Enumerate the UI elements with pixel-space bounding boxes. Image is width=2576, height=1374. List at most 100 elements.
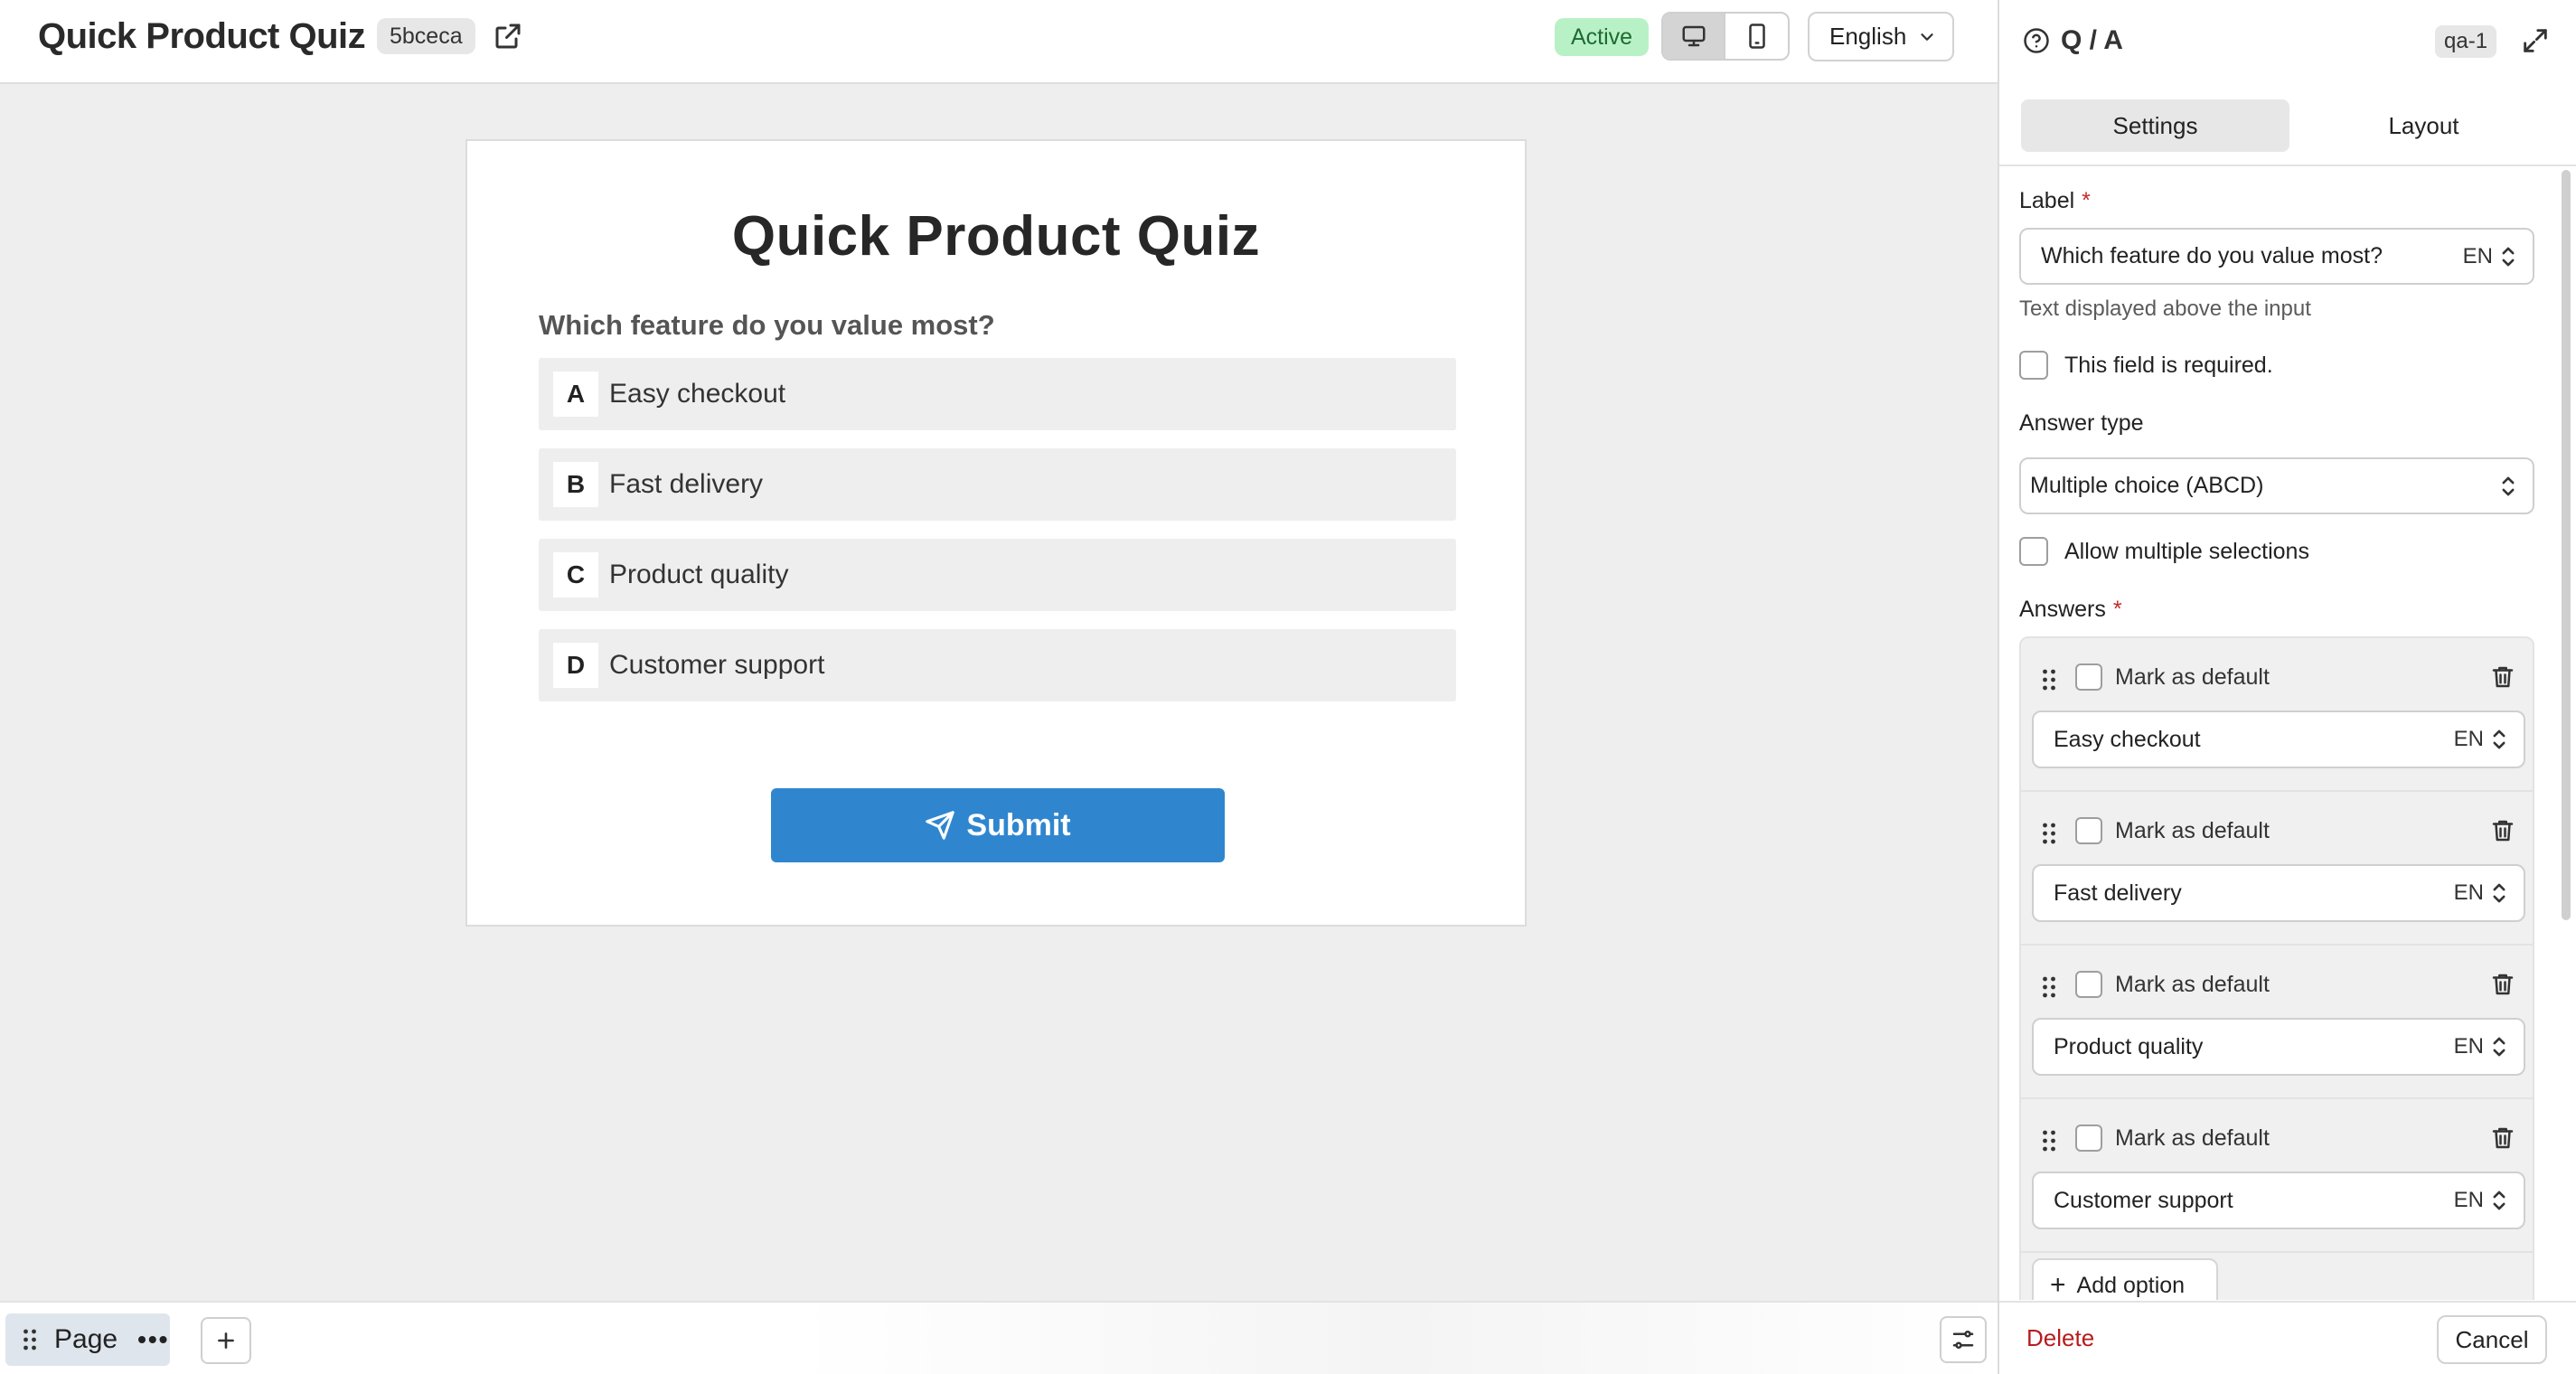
desktop-view-button[interactable] <box>1663 14 1726 59</box>
panel-header: Q / A qa-1 <box>1999 0 2576 84</box>
form-settings-button[interactable] <box>1940 1316 1987 1363</box>
label-lang-value: EN <box>2462 243 2493 268</box>
answer-lang-value: EN <box>2453 880 2484 905</box>
answer-letter: C <box>553 552 598 598</box>
answers-label-text: Answers <box>2019 597 2106 622</box>
chevron-up-down-icon <box>2493 1190 2505 1210</box>
question-label: Which feature do you value most? <box>539 309 995 341</box>
answer-lang-select[interactable]: EN <box>2454 712 2507 767</box>
answer-value: Fast delivery <box>2054 880 2182 906</box>
grip-vertical-icon[interactable] <box>2041 1128 2057 1153</box>
app-title: Quick Product Quiz <box>38 16 366 56</box>
page-more-menu-button[interactable]: ••• <box>137 1325 169 1354</box>
element-id-badge: qa-1 <box>2435 25 2497 58</box>
language-select[interactable]: English <box>1808 12 1954 61</box>
add-page-button[interactable] <box>201 1317 251 1364</box>
page-tab-label: Page <box>54 1324 118 1354</box>
grip-vertical-icon[interactable] <box>2041 667 2057 692</box>
mark-default-checkbox[interactable] <box>2075 817 2102 844</box>
label-input-value: Which feature do you value most? <box>2041 243 2383 268</box>
page-tab[interactable]: Page ••• <box>5 1313 170 1366</box>
answer-editor-item: Mark as default Fast delivery EN <box>2021 792 2533 946</box>
add-option-label: Add option <box>2076 1272 2186 1298</box>
answer-type-label: Answer type <box>2019 410 2144 436</box>
multiple-selections-checkbox[interactable] <box>2019 537 2048 566</box>
status-badge: Active <box>1555 18 1650 56</box>
submit-label: Submit <box>966 807 1071 842</box>
expand-icon[interactable] <box>2520 25 2551 61</box>
required-marker: * <box>2082 188 2091 213</box>
label-lang-select[interactable]: EN <box>2463 230 2516 283</box>
mark-default-label: Mark as default <box>2115 663 2270 690</box>
multiple-selections-label: Allow multiple selections <box>2064 538 2309 564</box>
external-link-icon[interactable] <box>492 20 524 52</box>
answer-value: Customer support <box>2054 1187 2233 1213</box>
form-preview-card[interactable]: Quick Product Quiz Which feature do you … <box>465 139 1527 927</box>
answer-lang-value: EN <box>2453 1188 2484 1212</box>
grip-vertical-icon[interactable] <box>2041 821 2057 846</box>
answer-type-select[interactable]: Multiple choice (ABCD) <box>2019 457 2534 514</box>
multiple-selections-row[interactable]: Allow multiple selections <box>2019 537 2309 566</box>
answer-option-b[interactable]: B Fast delivery <box>539 448 1456 521</box>
delete-button[interactable]: Delete <box>2026 1324 2094 1352</box>
submit-button[interactable]: Submit <box>771 788 1225 862</box>
answer-lang-select[interactable]: EN <box>2454 866 2507 920</box>
answer-option-c[interactable]: C Product quality <box>539 539 1456 611</box>
panel-title-text: Q / A <box>2061 25 2123 55</box>
panel-tabs: Settings Layout <box>2021 99 2558 152</box>
label-field-label: Label * <box>2019 188 2091 214</box>
device-toggle <box>1661 12 1790 61</box>
trash-icon[interactable] <box>2489 663 2516 691</box>
required-checkbox-row[interactable]: This field is required. <box>2019 351 2273 380</box>
plus-icon <box>218 1332 234 1349</box>
mark-default-checkbox[interactable] <box>2075 971 2102 998</box>
mark-default-checkbox[interactable] <box>2075 1125 2102 1152</box>
answer-option-a[interactable]: A Easy checkout <box>539 358 1456 430</box>
mobile-view-button[interactable] <box>1725 14 1788 59</box>
tab-settings[interactable]: Settings <box>2021 99 2289 152</box>
form-hash-badge: 5bceca <box>377 18 475 54</box>
answer-value-input[interactable]: Customer support EN <box>2032 1172 2525 1229</box>
panel-title: Q / A <box>2023 25 2123 56</box>
chevron-up-down-icon <box>2493 1037 2505 1057</box>
tab-layout[interactable]: Layout <box>2289 99 2558 152</box>
label-help-text: Text displayed above the input <box>2019 296 2311 321</box>
editor-canvas: Quick Product Quiz Which feature do you … <box>0 84 1998 1301</box>
trash-icon[interactable] <box>2489 971 2516 998</box>
mark-default-row[interactable]: Mark as default <box>2075 971 2270 998</box>
label-field-label-text: Label <box>2019 188 2075 213</box>
required-marker: * <box>2112 597 2122 622</box>
settings-form: Label * Which feature do you value most? … <box>1999 166 2562 1300</box>
page-bar: Page ••• <box>0 1301 1998 1374</box>
mark-default-row[interactable]: Mark as default <box>2075 663 2270 691</box>
trash-icon[interactable] <box>2489 1125 2516 1152</box>
answer-value-input[interactable]: Product quality EN <box>2032 1018 2525 1076</box>
cancel-button[interactable]: Cancel <box>2437 1315 2547 1364</box>
smartphone-icon <box>1748 24 1765 49</box>
mark-default-row[interactable]: Mark as default <box>2075 1125 2270 1152</box>
answer-lang-select[interactable]: EN <box>2454 1173 2507 1228</box>
panel-footer: Delete Cancel <box>1999 1301 2576 1374</box>
answer-editor-item: Mark as default Easy checkout EN <box>2021 638 2533 792</box>
chevron-up-down-icon <box>2493 883 2505 903</box>
mark-default-checkbox[interactable] <box>2075 663 2102 691</box>
top-bar: Quick Product Quiz 5bceca Active English <box>0 0 1998 84</box>
trash-icon[interactable] <box>2489 817 2516 844</box>
answer-option-d[interactable]: D Customer support <box>539 629 1456 701</box>
label-input[interactable]: Which feature do you value most? EN <box>2019 228 2534 285</box>
answer-text: Customer support <box>609 650 825 680</box>
answer-letter: D <box>553 643 598 688</box>
monitor-icon <box>1682 25 1705 47</box>
answer-value-input[interactable]: Fast delivery EN <box>2032 864 2525 922</box>
add-option-button[interactable]: + Add option <box>2032 1258 2218 1300</box>
answer-lang-select[interactable]: EN <box>2454 1020 2507 1074</box>
grip-vertical-icon[interactable] <box>2041 974 2057 1000</box>
answer-value-input[interactable]: Easy checkout EN <box>2032 711 2525 768</box>
chevron-down-icon <box>1921 33 1933 41</box>
mark-default-row[interactable]: Mark as default <box>2075 817 2270 844</box>
panel-scrollbar[interactable] <box>2562 170 2571 920</box>
grip-vertical-icon[interactable] <box>22 1327 38 1352</box>
answer-text: Product quality <box>609 560 789 589</box>
required-checkbox[interactable] <box>2019 351 2048 380</box>
answer-lang-value: EN <box>2453 727 2484 751</box>
